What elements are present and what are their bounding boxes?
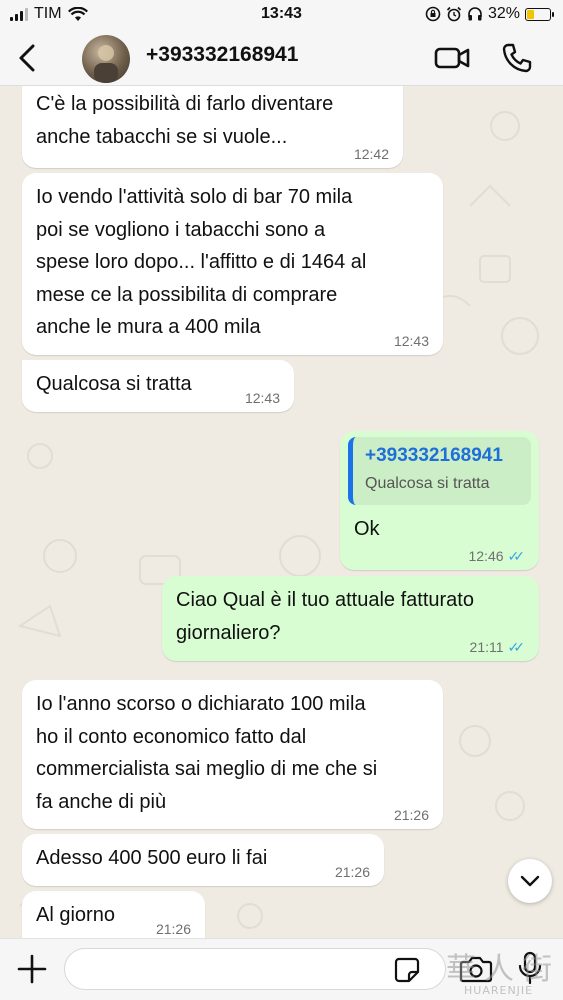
message-time: 12:43 xyxy=(393,333,429,349)
message-text: C'è la possibilità di farlo diventare an… xyxy=(36,93,334,148)
contact-name[interactable]: +393332168941 xyxy=(146,43,298,67)
message-time: 12:43 xyxy=(244,390,280,406)
message-bubble-incoming[interactable]: Io l'anno scorso o dichiarato 100 mila h… xyxy=(22,680,443,829)
message-bubble-incoming[interactable]: Al giorno 21:26 xyxy=(22,891,205,938)
quoted-reply-author: +393332168941 xyxy=(365,445,503,466)
chevron-down-icon xyxy=(520,875,540,887)
message-time: 21:11 xyxy=(469,639,504,655)
status-right: 32% xyxy=(425,5,554,23)
video-call-button[interactable] xyxy=(434,44,470,72)
message-bubble-outgoing[interactable]: Ciao Qual è il tuo attuale fatturato gio… xyxy=(162,576,539,661)
chat-area[interactable]: C'è la possibilità di farlo diventare an… xyxy=(0,86,563,938)
lock-rotation-icon xyxy=(425,6,441,22)
message-time: 12:42 xyxy=(353,146,389,162)
message-text: Adesso 400 500 euro li fai xyxy=(36,847,268,869)
message-meta: 12:46 ✓✓ xyxy=(468,548,525,564)
read-receipt-icon: ✓✓ xyxy=(507,548,526,564)
message-bubble-incoming[interactable]: C'è la possibilità di farlo diventare an… xyxy=(22,86,403,168)
read-receipt-icon: ✓✓ xyxy=(507,639,526,655)
message-meta: 12:43 xyxy=(245,390,280,406)
message-meta: 21:26 xyxy=(156,921,191,937)
message-meta: 21:26 xyxy=(394,807,429,823)
message-meta: 12:43 xyxy=(394,333,429,349)
message-bubble-incoming[interactable]: Adesso 400 500 euro li fai 21:26 xyxy=(22,834,384,886)
headphones-icon xyxy=(468,7,482,21)
battery-icon xyxy=(525,7,554,21)
message-time: 21:26 xyxy=(393,807,429,823)
message-meta: 21:26 xyxy=(335,864,370,880)
camera-button[interactable] xyxy=(459,955,493,983)
battery-level xyxy=(527,9,534,19)
sticker-button[interactable] xyxy=(394,957,420,983)
message-input[interactable] xyxy=(64,948,446,990)
quoted-reply-text: Qualcosa si tratta xyxy=(365,475,490,492)
message-time: 21:26 xyxy=(334,864,370,880)
message-text: Io vendo l'attività solo di bar 70 mila … xyxy=(36,186,367,338)
back-button[interactable] xyxy=(14,42,42,74)
attach-plus-button[interactable] xyxy=(16,953,48,985)
chat-header: +393332168941 xyxy=(0,30,563,86)
quoted-reply[interactable]: +393332168941 Qualcosa si tratta xyxy=(348,437,531,505)
message-text: Ok xyxy=(354,518,380,540)
composer-bar xyxy=(0,938,563,1000)
message-text: Io l'anno scorso o dichiarato 100 mila h… xyxy=(36,693,378,813)
message-time: 21:26 xyxy=(155,921,191,937)
message-text: Qualcosa si tratta xyxy=(36,373,192,395)
message-meta: 21:11 ✓✓ xyxy=(469,639,526,655)
chevron-left-icon xyxy=(19,44,35,72)
message-time: 12:46 xyxy=(468,548,504,564)
avatar[interactable] xyxy=(82,35,130,83)
status-bar: TIM 13:43 32% xyxy=(0,0,563,30)
message-meta: 12:42 xyxy=(354,146,389,162)
message-bubble-outgoing[interactable]: +393332168941 Qualcosa si tratta Ok 12:4… xyxy=(340,431,539,570)
phone-call-button[interactable] xyxy=(501,42,533,74)
microphone-button[interactable] xyxy=(518,951,542,985)
scroll-to-bottom-button[interactable] xyxy=(508,859,552,903)
message-bubble-incoming[interactable]: Io vendo l'attività solo di bar 70 mila … xyxy=(22,173,443,355)
alarm-icon xyxy=(446,6,462,22)
battery-percent: 32% xyxy=(487,5,520,22)
message-bubble-incoming[interactable]: Qualcosa si tratta 12:43 xyxy=(22,360,294,412)
